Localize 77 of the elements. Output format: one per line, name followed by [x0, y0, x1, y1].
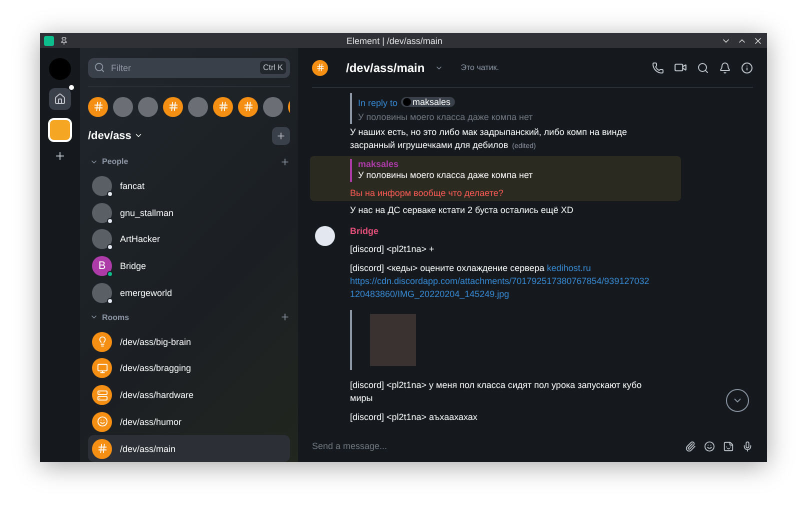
room-avatar — [92, 412, 112, 432]
room-item[interactable]: /dev/ass/hardware — [88, 382, 290, 408]
avatar[interactable] — [92, 229, 112, 250]
add-icon[interactable] — [280, 312, 290, 322]
quoted-user: maksales — [358, 159, 400, 169]
room-avatar[interactable] — [213, 96, 233, 117]
room-item[interactable]: /dev/ass/main — [88, 435, 290, 462]
message-text: Вы на информ вообще что делаете? — [350, 188, 504, 198]
paperclip-icon[interactable] — [685, 440, 696, 452]
room-avatar — [92, 438, 112, 459]
member-name[interactable]: fancat — [120, 180, 145, 191]
member-name[interactable]: Bridge — [120, 261, 146, 272]
add-space-button[interactable] — [54, 150, 66, 162]
room-item[interactable]: /dev/ass/bragging — [88, 355, 290, 382]
link[interactable]: kedihost.ru — [546, 263, 591, 273]
photo-placeholder[interactable] — [138, 96, 158, 117]
room-topic: Это чатик. — [460, 63, 500, 72]
member-name[interactable]: ArtHacker — [120, 234, 160, 244]
bell-icon[interactable] — [719, 62, 731, 74]
app-logo-icon — [44, 36, 54, 46]
room-avatar[interactable] — [88, 96, 108, 117]
plus-icon — [276, 130, 286, 141]
sticker-icon[interactable] — [723, 440, 734, 452]
search-icon — [94, 62, 105, 74]
room-avatar[interactable] — [163, 96, 183, 117]
sender-name[interactable]: Bridge — [350, 226, 379, 236]
space-avatar[interactable] — [48, 118, 72, 142]
message-input[interactable]: Send a message... — [312, 441, 677, 451]
quoted-text: У половины моего класса даже компа нет — [358, 169, 534, 182]
url-link[interactable]: https://cdn.discordapp.com/attachments/701792517380767854/939127032120483860/IMG_20220204_145249.jpg — [350, 275, 650, 301]
message-text: [discord] <pl2t1na> у меня пол класса сидят пол урока запускают кубо миры — [350, 379, 643, 405]
message-text: [discord] <pl2t1na> аъхаахахах — [350, 411, 478, 424]
room-avatar[interactable] — [238, 96, 258, 117]
rooms-section-toggle[interactable]: Rooms — [90, 312, 130, 322]
room-avatar — [92, 332, 112, 352]
room-item[interactable]: /dev/ass/humor — [88, 408, 290, 436]
phone-icon[interactable] — [652, 62, 664, 74]
photo-placeholder[interactable] — [263, 96, 283, 117]
room-avatar — [92, 385, 112, 406]
scroll-down-button[interactable] — [726, 389, 749, 412]
member-name[interactable]: gnu_stallman — [120, 208, 174, 218]
avatar[interactable] — [315, 226, 335, 246]
search-icon[interactable] — [697, 62, 709, 74]
user-avatar — [402, 98, 411, 106]
avatar[interactable] — [92, 282, 112, 303]
video-icon[interactable] — [674, 61, 687, 74]
close-icon[interactable] — [753, 36, 763, 46]
quoted-text: У половины моего класса даже компа нет — [358, 111, 534, 124]
pin-icon[interactable] — [60, 36, 68, 44]
home-button[interactable] — [49, 88, 71, 110]
message-text: [discord] <pl2t1na> + — [350, 243, 436, 256]
emoji-icon[interactable] — [704, 440, 715, 452]
shortcut-label: Ctrl K — [260, 61, 286, 74]
photo-placeholder[interactable] — [188, 96, 208, 117]
message-text: [discord] <кеды> оцените охлаждение сервера kedihost.ru — [350, 262, 592, 275]
add-button[interactable] — [272, 126, 290, 145]
avatar[interactable] — [92, 202, 112, 223]
room-title[interactable]: /dev/ass/main — [346, 60, 425, 74]
member-name[interactable]: emergeworld — [120, 288, 172, 298]
microphone-icon[interactable] — [742, 440, 753, 452]
filter-bar[interactable]: Filter Ctrl K — [88, 58, 290, 78]
people-section-toggle[interactable]: People — [90, 157, 128, 166]
avatar[interactable]: B — [92, 256, 112, 276]
home-icon — [54, 93, 66, 105]
in-reply-to-link[interactable]: In reply to — [358, 98, 398, 108]
user-pill[interactable]: maksales — [400, 97, 455, 107]
message-text: У нас на ДС серваке кстати 2 буста остались ещё XD — [350, 204, 574, 217]
info-icon[interactable] — [741, 62, 753, 74]
room-avatar[interactable] — [312, 60, 328, 76]
photo-placeholder[interactable] — [113, 96, 133, 117]
filter-input[interactable]: Filter — [111, 62, 254, 73]
space-name[interactable]: /dev/ass — [88, 130, 144, 142]
window-title: Element | /dev/ass/main — [346, 36, 444, 46]
add-icon[interactable] — [280, 156, 290, 167]
room-avatar — [92, 358, 112, 378]
avatar[interactable] — [92, 176, 112, 196]
room-item[interactable]: /dev/ass/big-brain — [88, 328, 290, 356]
